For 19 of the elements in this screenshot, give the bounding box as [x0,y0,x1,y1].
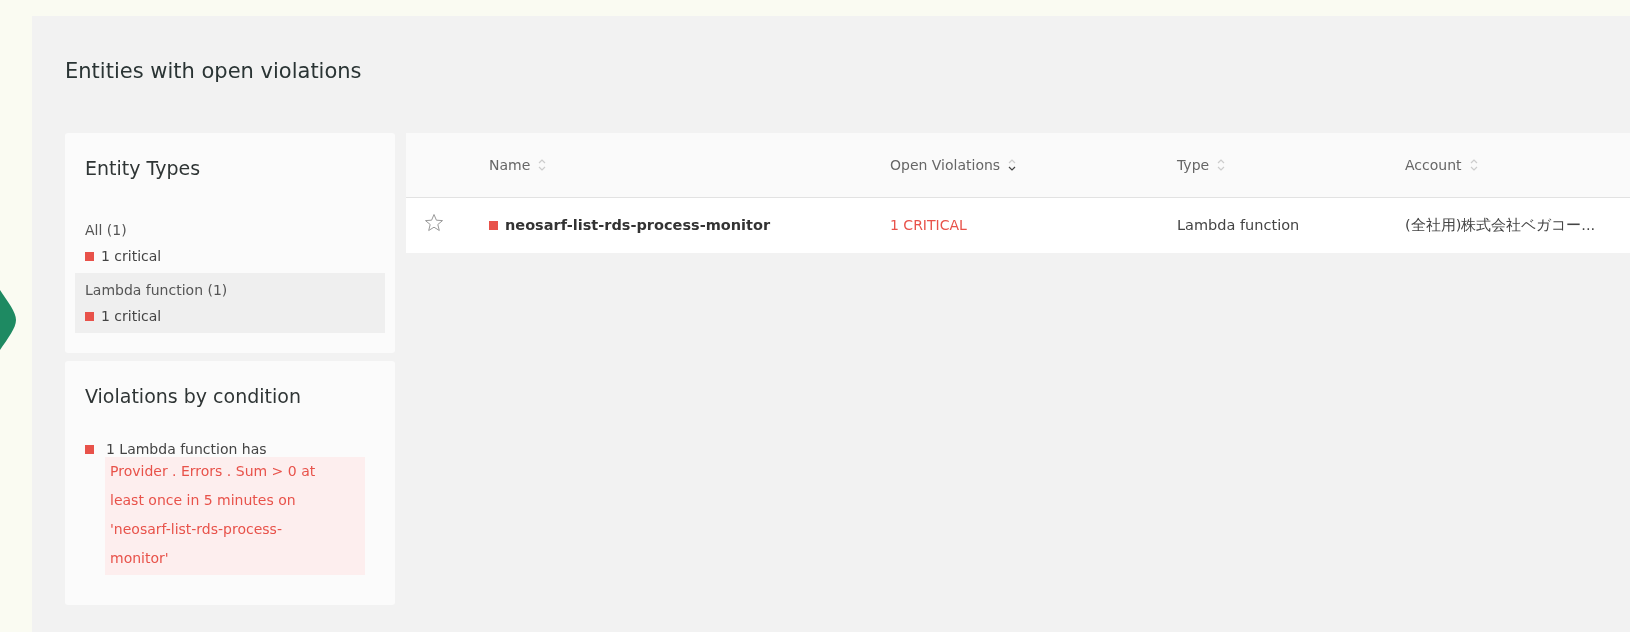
entity-name-link[interactable]: neosarf-list-rds-process-monitor [505,217,771,233]
page-title: Entities with open violations [65,58,363,85]
critical-count: 1 critical [101,248,162,264]
card-heading: Entity Types [85,157,202,179]
card-heading: Violations by condition [85,385,302,407]
table-cell: (全社用)株式会社ベガコー... [1405,215,1596,235]
condition-summary: 1 Lambda function has [106,441,267,457]
condition-detail: Provider . Errors . Sum > 0 at least once in 5 minutes on 'neosarf-list-rds-process-monitor' [105,457,365,575]
star-icon[interactable] [424,213,444,233]
column-header[interactable]: Open Violations [890,157,1177,173]
critical-count: 1 critical [101,308,162,324]
column-header[interactable]: Name [489,157,890,173]
entity-type-item[interactable]: All (1) 1 critical [75,213,385,273]
column-header[interactable]: Type [1177,157,1405,173]
entity-type-item[interactable]: Lambda function (1) 1 critical [75,273,385,333]
column-header[interactable]: Account [1405,157,1630,173]
table-cell: Lambda function [1177,217,1300,233]
leaf-icon [0,290,16,350]
violation-count: 1 CRITICAL [890,217,967,233]
